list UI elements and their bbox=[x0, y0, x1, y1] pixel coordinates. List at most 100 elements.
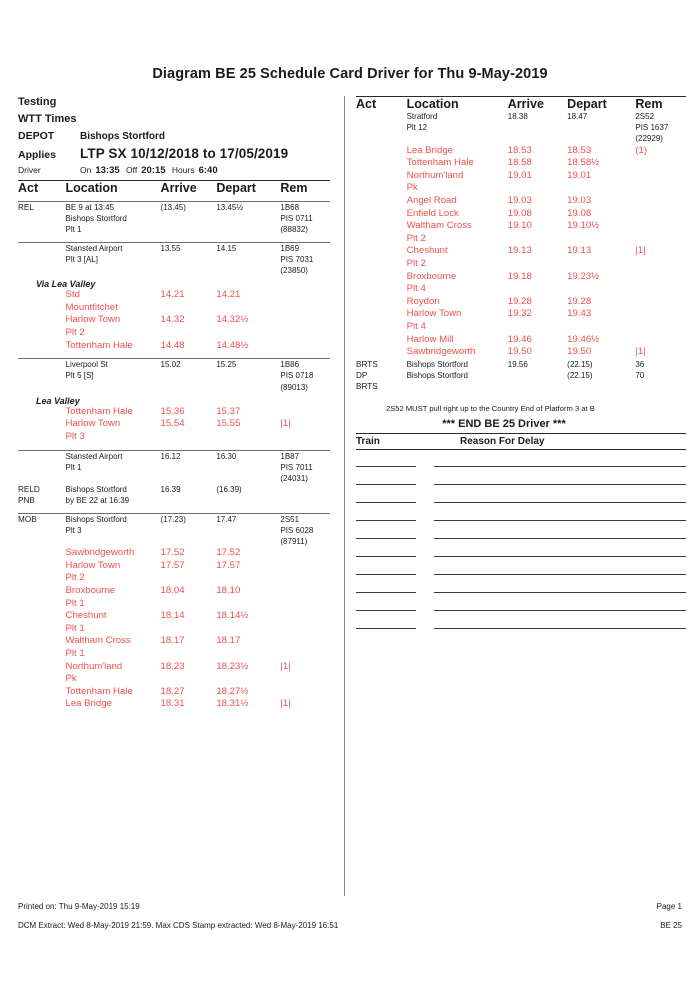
cell-location: Broxbourne Plt 1 bbox=[66, 585, 161, 610]
delay-reason-blank[interactable] bbox=[434, 573, 686, 576]
cell-rem bbox=[635, 157, 686, 170]
footer-line-2: DCM Extract: Wed 8-May-2019 21:59. Max C… bbox=[18, 921, 682, 930]
cell-arrive: 17.52 bbox=[161, 547, 217, 560]
table-row: Harlow Town Plt 2 17.57 17.57 bbox=[18, 560, 330, 585]
cell-arrive-line: 16.39 bbox=[160, 485, 181, 495]
driver-row: Driver On 13:35 Off 20:15 Hours 6:40 bbox=[18, 165, 330, 176]
delay-train-blank[interactable] bbox=[356, 519, 416, 522]
cell-depart: 18.58½ bbox=[567, 157, 635, 170]
delay-train-blank[interactable] bbox=[356, 501, 416, 504]
delay-entry-row[interactable] bbox=[356, 493, 686, 511]
hours-label: Hours bbox=[171, 165, 195, 175]
cell-arrive: 16.12 bbox=[160, 449, 217, 485]
table-row: Stansted Airport Plt 1 16.12 16.30 1B87 PIS 7… bbox=[18, 449, 330, 485]
cell-arrive-line: 19.32 bbox=[507, 308, 532, 320]
delay-train-blank[interactable] bbox=[356, 537, 416, 540]
header-depart: Depart bbox=[567, 96, 636, 111]
cell-arrive-line: 13.55 bbox=[160, 243, 181, 253]
cell-rem-line: 1B87 bbox=[280, 451, 300, 461]
cell-depart-line: 15.37 bbox=[216, 405, 241, 417]
delay-reason-blank[interactable] bbox=[434, 627, 686, 630]
cell-depart: 13.45½ bbox=[216, 200, 281, 236]
delay-entry-row[interactable] bbox=[356, 511, 686, 529]
delay-train-blank[interactable] bbox=[356, 609, 416, 612]
cell-location: Bishops Stortford by BE 22 at 16:39 bbox=[66, 484, 161, 506]
cell-depart: 18.17 bbox=[216, 635, 280, 660]
cell-rem-line: (88832) bbox=[280, 225, 308, 235]
delay-reason-blank[interactable] bbox=[434, 609, 686, 612]
delay-entry-row[interactable] bbox=[356, 601, 686, 619]
cell-act-line: BRTS bbox=[356, 359, 378, 369]
cell-arrive: 19.28 bbox=[508, 296, 567, 309]
delay-train-blank[interactable] bbox=[356, 591, 416, 594]
cell-rem-line: 1B86 bbox=[280, 360, 300, 370]
cell-location: Tottenham Hale bbox=[66, 406, 161, 419]
cell-rem bbox=[280, 314, 330, 339]
cell-location: Harlow Town Plt 2 bbox=[66, 314, 161, 339]
cell-act bbox=[356, 208, 407, 221]
cell-location-line: Plt 2 bbox=[406, 257, 426, 269]
delay-entry-row[interactable] bbox=[356, 565, 686, 583]
cell-depart-line: 19.23½ bbox=[567, 270, 600, 282]
cell-arrive-line: (17.23) bbox=[160, 514, 186, 524]
cell-rem-line: (1) bbox=[635, 144, 648, 156]
cell-depart-line: 19.50 bbox=[567, 346, 592, 358]
cell-location: Northum'land Pk bbox=[66, 661, 161, 686]
cell-location-line: Stansted Airport bbox=[65, 243, 123, 253]
cell-arrive: 16.39 bbox=[161, 484, 217, 506]
delay-entry-row[interactable] bbox=[356, 529, 686, 547]
cell-depart: (22.15) bbox=[567, 370, 635, 392]
cell-location: Tottenham Hale bbox=[66, 686, 161, 699]
delay-train-blank[interactable] bbox=[356, 465, 416, 468]
cell-location-line: Plt 1 bbox=[65, 597, 85, 609]
delay-entry-row[interactable] bbox=[356, 619, 686, 637]
delay-entry-row[interactable] bbox=[356, 457, 686, 475]
delay-reason-blank[interactable] bbox=[434, 519, 686, 522]
table-row: Sawbridgeworth 17.52 17.52 bbox=[18, 547, 330, 560]
delay-train-blank[interactable] bbox=[356, 555, 416, 558]
cell-act bbox=[18, 560, 66, 585]
cell-arrive: 14.21 bbox=[161, 289, 217, 314]
delay-entry-row[interactable] bbox=[356, 583, 686, 601]
delay-reason-blank[interactable] bbox=[434, 501, 686, 504]
cell-rem-line: (89013) bbox=[280, 382, 308, 392]
on-label: On bbox=[80, 165, 92, 175]
delay-reason-blank[interactable] bbox=[434, 591, 686, 594]
schedule-card-page: Diagram BE 25 Schedule Card Driver for T… bbox=[0, 0, 700, 1000]
cell-rem: 1B87 PIS 7011 (24031) bbox=[280, 449, 330, 485]
cell-location-line: Pk bbox=[406, 182, 418, 194]
left-table-body: REL BE 9 at 13:45 Bishops Stortford Plt 1 (1… bbox=[18, 195, 330, 711]
cell-location-line: Plt 1 bbox=[65, 225, 82, 235]
cell-location-line: Northum'land bbox=[65, 660, 123, 672]
delay-reason-blank[interactable] bbox=[434, 483, 686, 486]
delay-train-blank[interactable] bbox=[356, 483, 416, 486]
cell-depart-line: 19.43 bbox=[567, 308, 592, 320]
delay-reason-blank[interactable] bbox=[434, 555, 686, 558]
cell-rem: 1B69 PIS 7031 (23850) bbox=[280, 241, 330, 277]
delay-entry-row[interactable] bbox=[356, 475, 686, 493]
cell-rem-line: PIS 1637 bbox=[635, 123, 669, 133]
delay-train-blank[interactable] bbox=[356, 627, 416, 630]
cell-rem bbox=[280, 610, 330, 635]
delay-reason-blank[interactable] bbox=[434, 537, 686, 540]
cell-act bbox=[18, 289, 66, 314]
cell-rem bbox=[635, 208, 686, 221]
right-schedule-table: Act Location Arrive Depart Rem Stratford… bbox=[356, 96, 686, 392]
delay-entry-row[interactable] bbox=[356, 547, 686, 565]
table-row: Sawbridgeworth 19.50 19.50 |1| bbox=[356, 346, 686, 359]
delay-train-blank[interactable] bbox=[356, 573, 416, 576]
delay-table-header: Train Reason For Delay bbox=[356, 433, 686, 451]
cell-depart-line: 14.48½ bbox=[216, 339, 249, 351]
cell-act bbox=[356, 111, 407, 145]
cell-location-line: Bishops Stortford bbox=[65, 214, 127, 224]
cell-depart-line: 15.55 bbox=[216, 418, 241, 430]
cell-rem-line: PIS 7011 bbox=[280, 462, 313, 472]
header-arrive: Arrive bbox=[507, 96, 568, 111]
cell-arrive: 19.08 bbox=[508, 208, 567, 221]
delay-reason-blank[interactable] bbox=[434, 465, 686, 468]
table-row: REL BE 9 at 13:45 Bishops Stortford Plt 1 (1… bbox=[18, 200, 330, 236]
cell-rem: 36 bbox=[635, 359, 686, 370]
cell-rem bbox=[635, 271, 686, 296]
cell-depart: (16.39) bbox=[216, 484, 280, 506]
cell-rem: |1| bbox=[635, 245, 686, 270]
